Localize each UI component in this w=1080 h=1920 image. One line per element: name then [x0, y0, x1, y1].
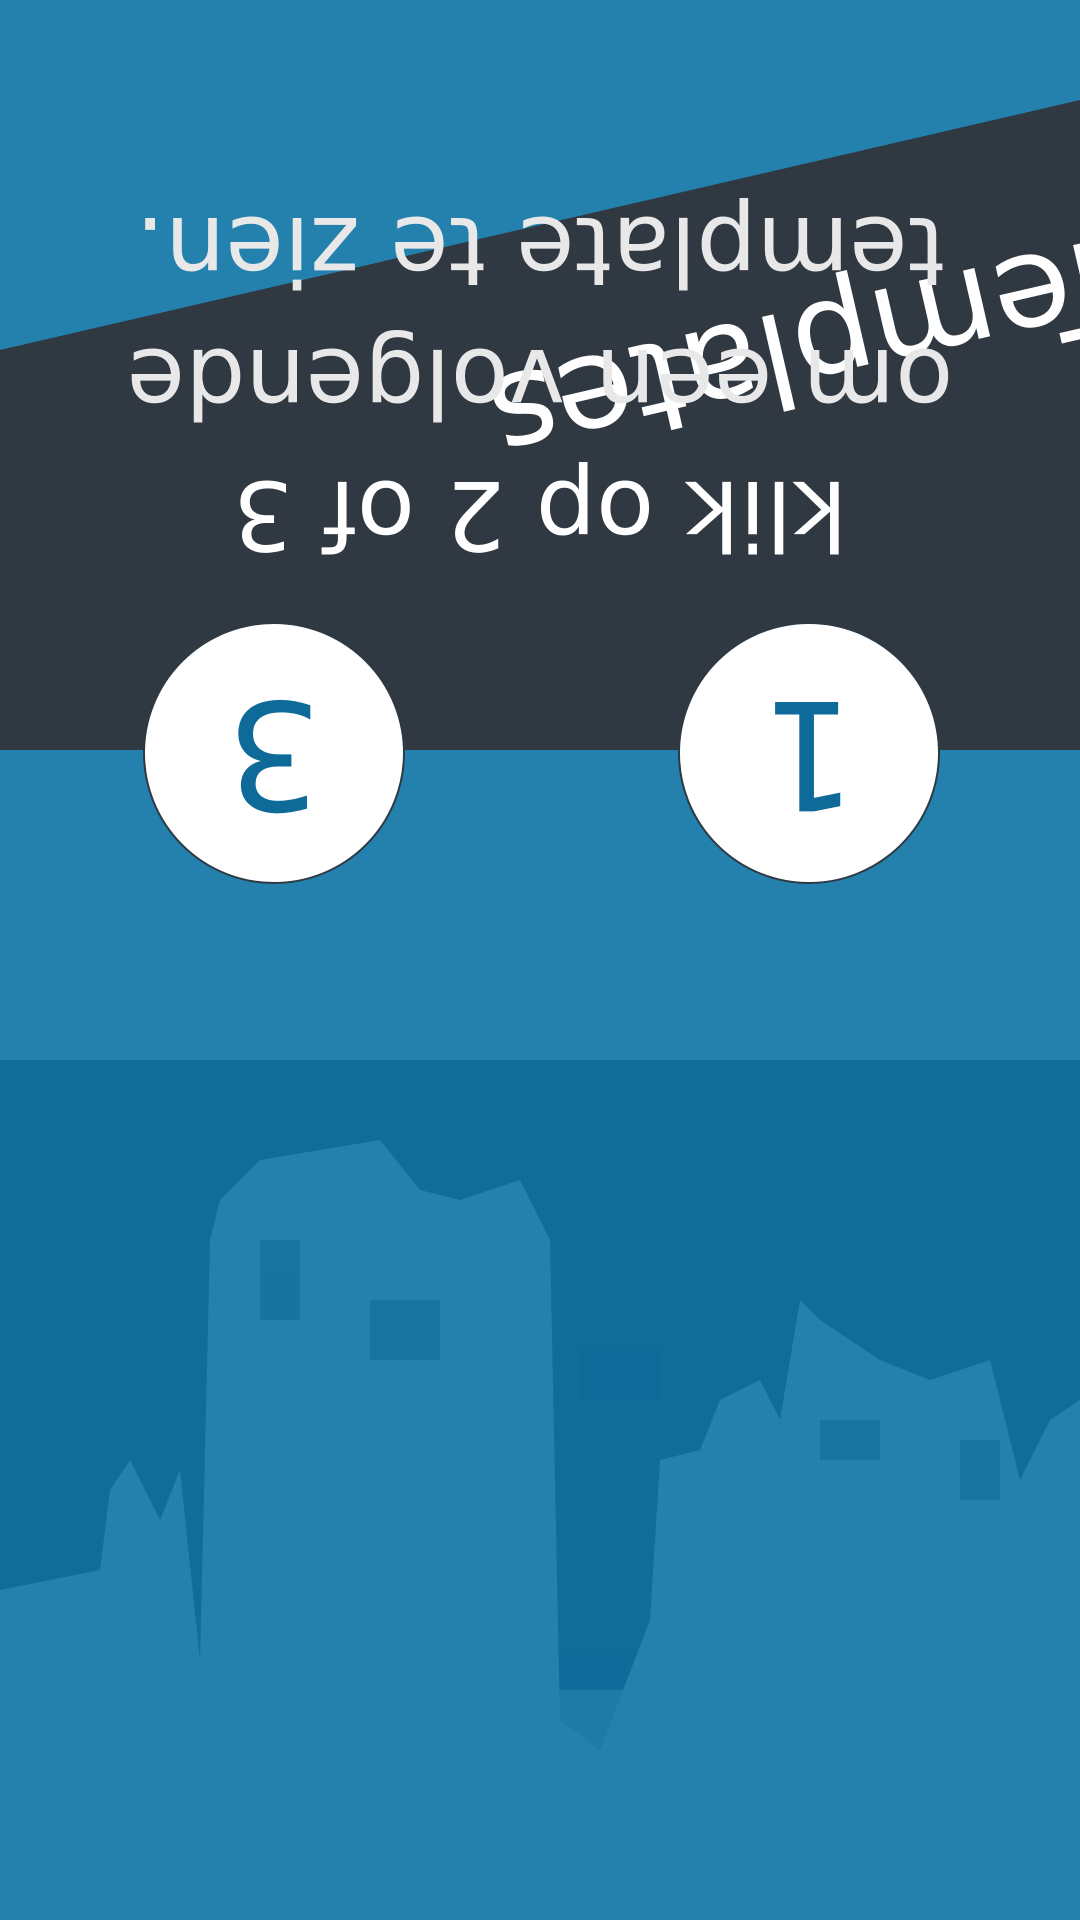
template-1-label: 1 — [761, 666, 857, 840]
instruction-message: klik op 2 of 3 om een volgende template … — [0, 184, 1080, 580]
instruction-line-2: om een volgende — [126, 327, 954, 437]
screen: Templates 1 3 klik op 2 of 3 om een volg… — [0, 0, 1080, 1920]
template-3-label: 3 — [226, 666, 322, 840]
template-3-button[interactable]: 3 — [143, 622, 405, 884]
instruction-line-1: klik op 2 of 3 — [232, 459, 848, 569]
stage: Templates 1 3 klik op 2 of 3 om een volg… — [0, 0, 1080, 1920]
template-1-button[interactable]: 1 — [678, 622, 940, 884]
instruction-line-3: template te zien. — [134, 195, 946, 305]
skyline-background — [0, 1060, 1080, 1920]
